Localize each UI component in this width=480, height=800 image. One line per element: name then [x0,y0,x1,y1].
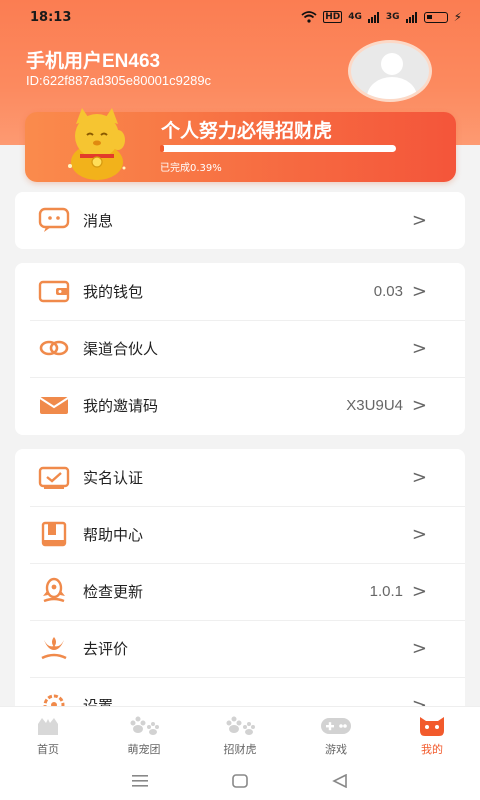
status-bar: 18:13 HD 4G 3G ⚡ [0,0,480,34]
rocket-icon [37,576,71,606]
chevron-right-icon: > [411,338,427,359]
chevron-right-icon: > [411,638,427,659]
user-name: 手机用户EN463 [26,51,161,72]
paw-icon [127,715,161,737]
paw-icon [223,715,257,737]
tab-label: 游戏 [325,743,347,756]
tab-label: 招财虎 [223,743,257,756]
chevron-right-icon: > [411,524,427,545]
menu-row-messages[interactable]: 消息 > [15,192,465,249]
menu-row-check-update[interactable]: 检查更新 1.0.1 > [15,563,465,620]
menu-icon[interactable] [132,774,148,787]
hd-badge: HD [323,11,343,23]
gamepad-icon [319,715,353,737]
menu-row-partner[interactable]: 渠道合伙人 > [15,320,465,377]
tab-label: 我的 [421,743,443,756]
menu-label: 去评价 [83,640,129,658]
signal-bars-icon [367,11,379,23]
tab-label: 首页 [37,743,59,756]
signal-4g: 4G [348,12,362,22]
chevron-right-icon: > [411,581,427,602]
menu-row-invite-code[interactable]: 我的邀请码 X3U9U4 > [15,377,465,434]
progress-track [160,145,396,152]
wifi-icon [301,11,317,23]
menu-label: 消息 [83,212,114,230]
status-time: 18:13 [30,9,72,25]
wallet-balance: 0.03 [373,283,403,300]
tiger-face-icon [415,715,449,737]
chevron-right-icon: > [411,281,427,302]
tab-pet-group[interactable]: 萌宠团 [96,707,192,761]
back-icon[interactable] [332,773,348,788]
signal-bars-icon-2 [405,11,417,23]
charging-icon: ⚡ [453,10,462,24]
book-icon [37,519,71,549]
chevron-right-icon: > [411,395,427,416]
menu-label: 实名认证 [83,469,144,487]
signal-3g: 3G [385,12,400,22]
battery-icon [423,11,448,23]
tab-fortune-tiger[interactable]: 招财虎 [192,707,288,761]
avatar-body [367,77,417,99]
lucky-cat-icon [68,108,126,180]
system-nav-bar [0,761,480,800]
menu-label: 帮助中心 [83,526,144,544]
menu-row-rate[interactable]: 去评价 > [15,620,465,677]
home-icon [31,715,65,737]
chevron-right-icon: > [411,467,427,488]
user-id: ID:622f887ad305e80001c9289c [26,73,212,88]
tab-home[interactable]: 首页 [0,707,96,761]
invite-code-value: X3U9U4 [346,397,403,414]
menu-label: 我的邀请码 [83,397,159,415]
tab-games[interactable]: 游戏 [288,707,384,761]
menu-label: 渠道合伙人 [83,340,159,358]
avatar-head [381,53,403,75]
message-icon [37,205,71,235]
flower-icon [37,633,71,663]
envelope-icon [37,390,71,420]
wallet-icon [37,276,71,306]
menu-row-wallet[interactable]: 我的钱包 0.03 > [15,263,465,320]
banner-title: 个人努力必得招财虎 [161,120,333,142]
menu-row-help[interactable]: 帮助中心 > [15,506,465,563]
link-icon [37,333,71,363]
menu-card-finance: 我的钱包 0.03 > 渠道合伙人 > 我的邀请码 X3U9U4 > [15,263,465,435]
app-version: 1.0.1 [369,583,403,600]
progress-text: 已完成0.39% [160,163,222,174]
id-card-icon [37,462,71,492]
bottom-tab-bar: 首页 萌宠团 招财虎 游戏 我的 [0,706,480,761]
home-button-icon[interactable] [232,773,248,788]
avatar[interactable] [348,40,432,102]
menu-label: 我的钱包 [83,283,144,301]
tab-label: 萌宠团 [127,743,161,756]
menu-label: 检查更新 [83,583,144,601]
tab-mine[interactable]: 我的 [384,707,480,761]
menu-card-messages: 消息 > [15,192,465,249]
chevron-right-icon: > [411,210,427,231]
menu-card-settings: 实名认证 > 帮助中心 > 检查更新 1.0.1 > 去评价 > [15,449,465,719]
menu-row-verification[interactable]: 实名认证 > [15,449,465,506]
status-icons: HD 4G 3G ⚡ [301,10,462,24]
progress-fill [160,145,164,152]
